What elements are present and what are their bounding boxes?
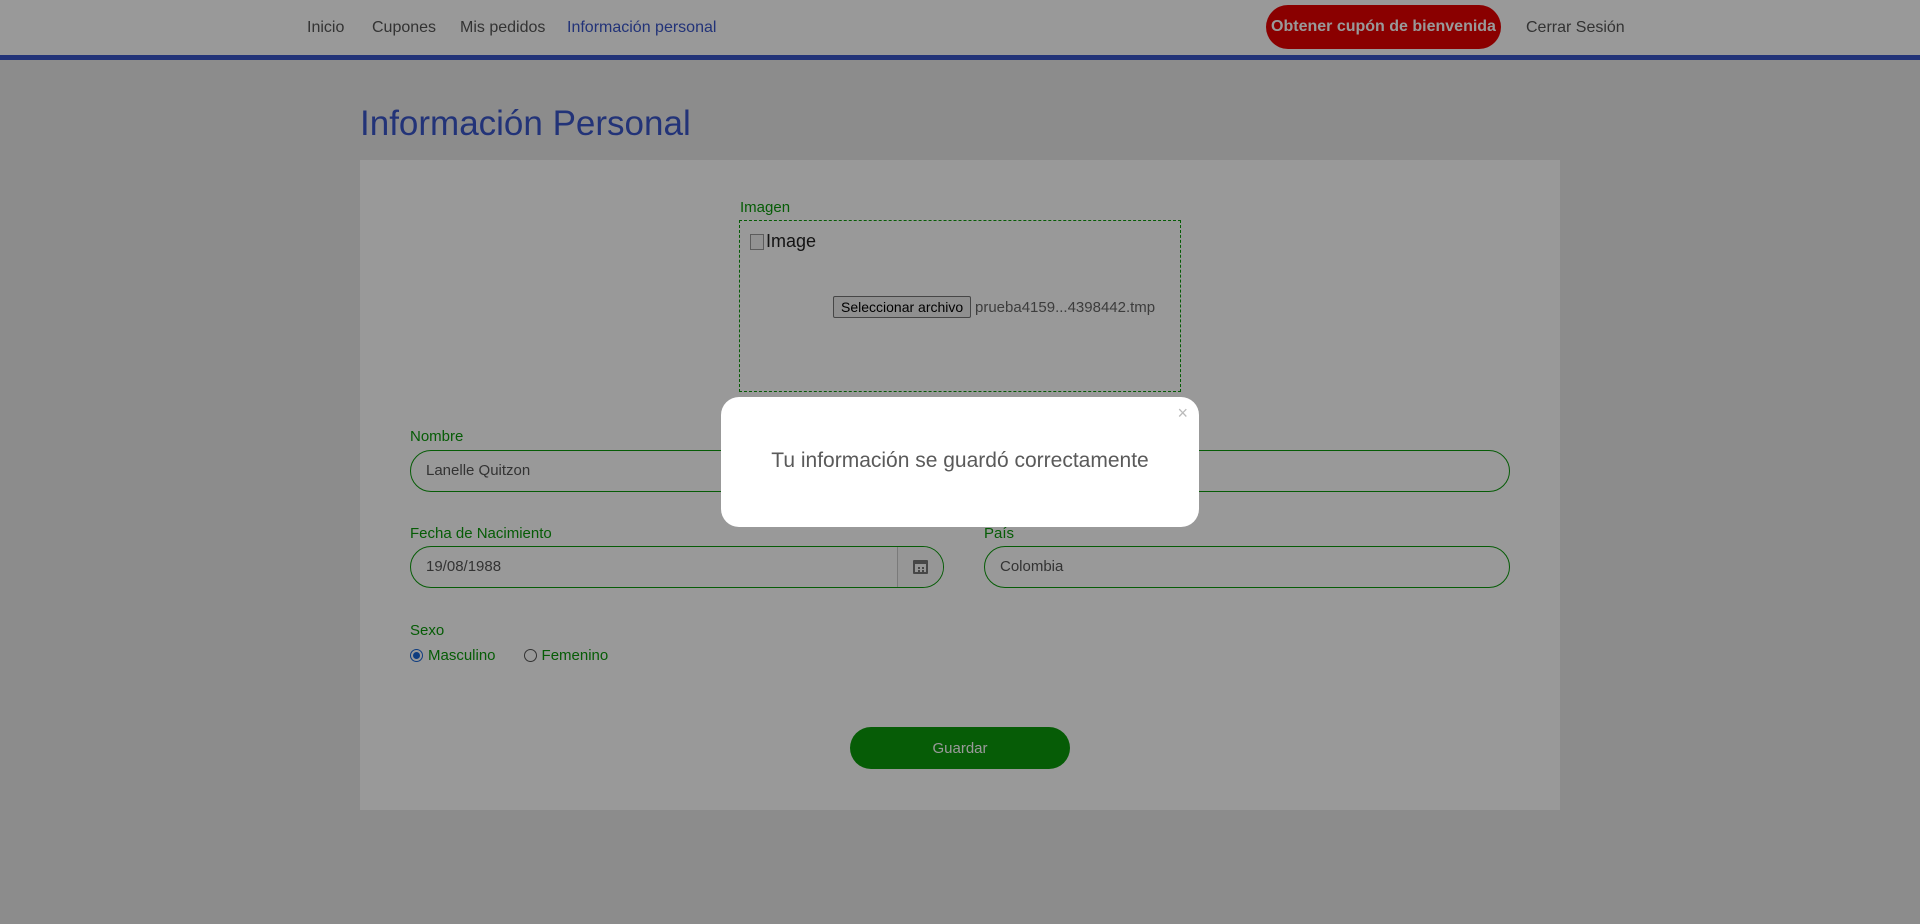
success-modal: × Tu información se guardó correctamente xyxy=(721,397,1199,527)
success-message: Tu información se guardó correctamente xyxy=(771,449,1149,472)
modal-backdrop[interactable]: × Tu información se guardó correctamente xyxy=(0,0,1920,924)
close-icon[interactable]: × xyxy=(1177,403,1188,424)
page-root: Inicio Cupones Mis pedidos Información p… xyxy=(0,0,1920,924)
